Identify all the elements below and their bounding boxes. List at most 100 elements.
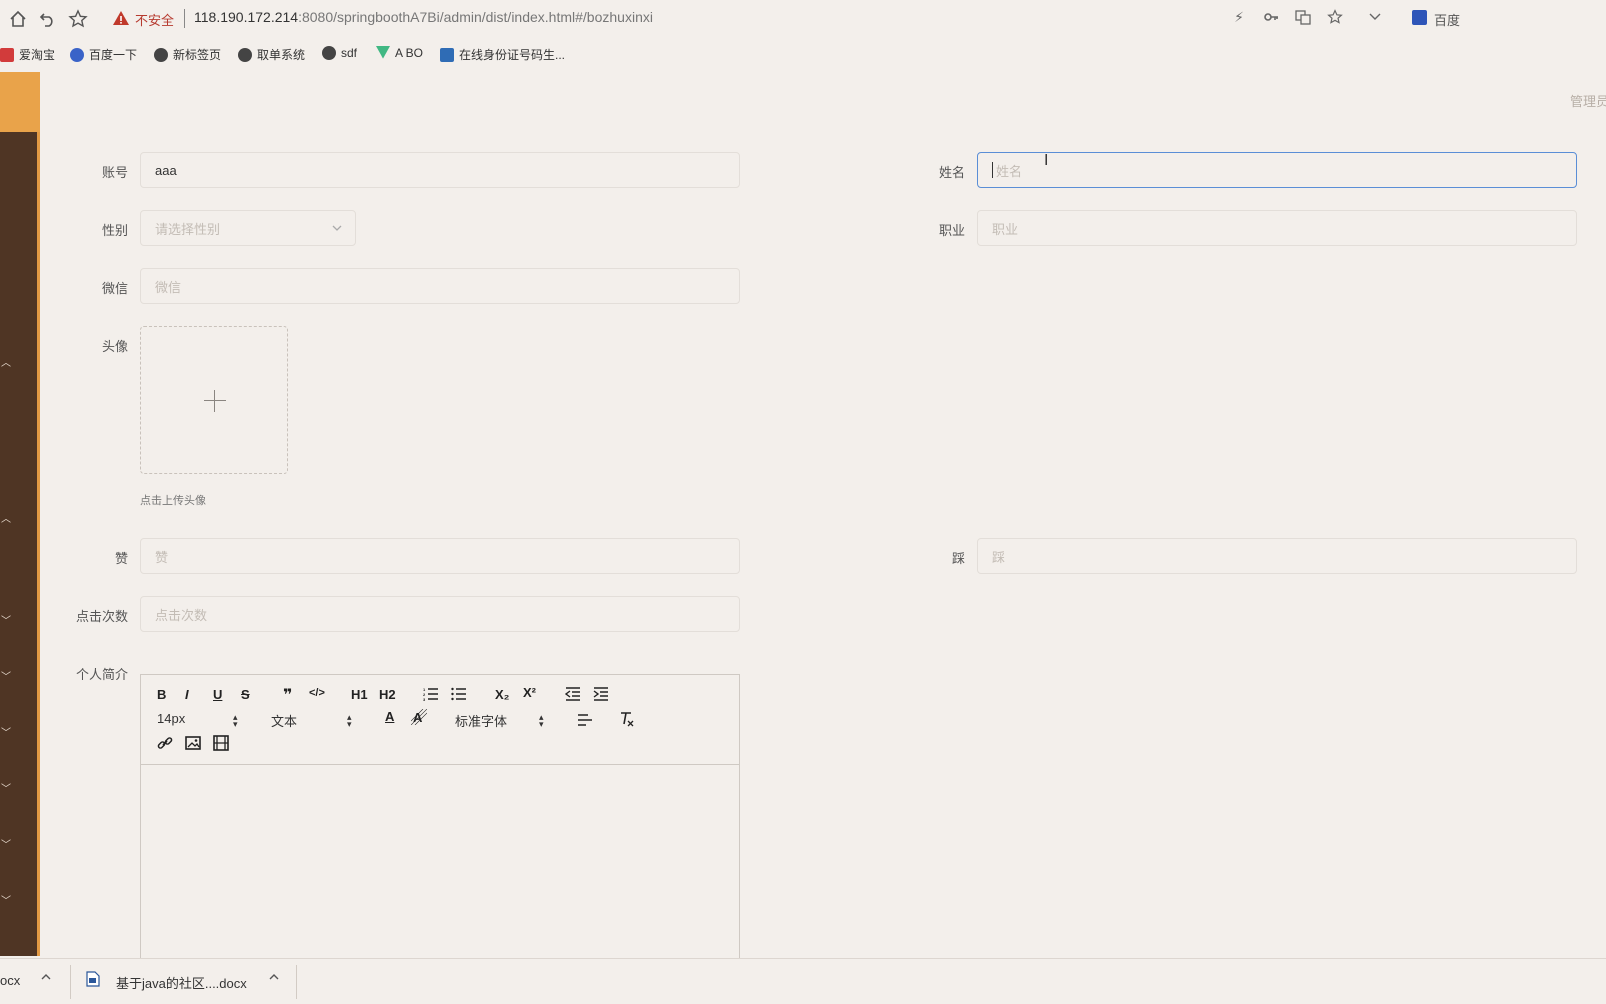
chevron-up-icon[interactable] [268,971,280,986]
underline-button[interactable]: U [213,687,222,702]
back-icon[interactable] [38,9,58,29]
translate-icon[interactable] [1294,9,1312,28]
url-host: 118.190.172.214 [194,9,299,25]
h1-button[interactable]: H1 [351,687,368,702]
ordered-list-icon[interactable]: 123 [423,687,439,704]
like-label: 赞 [114,551,128,566]
background-color-icon[interactable]: A [410,708,428,728]
size-select[interactable]: 14px [157,711,185,726]
like-input[interactable]: 赞 [140,538,740,574]
address-bar[interactable]: 118.190.172.214:8080/springboothA7Bi/adm… [194,9,653,25]
gender-select[interactable]: 请选择性别 [140,210,356,246]
superscript-button[interactable]: X² [523,685,536,700]
chevron-down-icon [331,222,343,237]
bookmark-item[interactable]: sdf [322,46,357,60]
admin-label[interactable]: 管理员 [1570,91,1606,110]
dislike-input[interactable]: 踩 [977,538,1577,574]
gender-label: 性别 [101,223,128,238]
clicks-label: 点击次数 [75,609,128,624]
bookmark-item[interactable]: A BO [376,46,423,60]
bookmark-item[interactable]: 百度一下 [70,46,137,63]
strike-button[interactable]: S [241,687,250,702]
link-icon[interactable] [157,735,173,754]
baidu-paw-icon [1412,10,1427,25]
taobao-icon [0,47,14,62]
bookmark-label: 百度一下 [89,48,138,62]
video-icon[interactable] [213,735,229,754]
plus-icon [204,400,226,401]
image-icon[interactable] [185,735,201,754]
chevron-down-icon[interactable]: ﹀ [0,612,12,627]
chevron-up-icon[interactable]: ︿ [0,510,12,525]
rich-text-editor[interactable]: B I U S ❞ </> H1 H2 123 X₂ X² 14px ▴ ▾ 文… [140,674,740,974]
name-input[interactable]: 姓名 [977,152,1577,188]
chevron-down-icon[interactable]: ﹀ [0,836,12,851]
text-caret [992,162,993,178]
globe-icon [322,46,336,60]
download-separator [70,965,71,999]
clicks-input[interactable]: 点击次数 [140,596,740,632]
insecure-label[interactable]: 不安全 [135,10,174,29]
italic-button[interactable]: I [185,687,189,702]
bookmark-label: sdf [341,46,358,60]
editor-body[interactable] [141,765,739,973]
globe-icon [238,47,252,62]
bookmark-item[interactable]: 爱淘宝 [0,46,55,63]
job-input[interactable]: 职业 [977,210,1577,246]
chevron-up-icon[interactable]: ︿ [0,354,12,369]
account-input[interactable]: aaa [140,152,740,188]
chevron-down-icon[interactable]: ﹀ [0,668,12,683]
bookmark-item[interactable]: 新标签页 [154,46,221,63]
chevron-down-icon[interactable]: ﹀ [0,724,12,739]
warning-icon [112,9,130,27]
bold-button[interactable]: B [157,687,166,702]
h2-button[interactable]: H2 [379,687,396,702]
globe-icon [154,47,168,62]
chevron-down-icon[interactable] [1366,9,1384,26]
chevron-down-icon[interactable]: ﹀ [0,892,12,907]
avatar-upload[interactable] [140,326,288,474]
bookmark-item[interactable]: 取单系统 [238,46,305,63]
vue-icon [376,46,390,59]
editor-toolbar: B I U S ❞ </> H1 H2 123 X₂ X² 14px ▴ ▾ 文… [141,675,739,765]
code-button[interactable]: </> [309,687,325,699]
search-icon [440,47,454,62]
outdent-icon[interactable] [564,687,581,704]
bookmark-star-icon[interactable] [1326,9,1344,28]
search-engine-label[interactable]: 百度 [1434,10,1460,29]
blockquote-button[interactable]: ❞ [283,685,292,705]
job-label: 职业 [938,223,965,238]
bullet-list-icon[interactable] [451,687,467,704]
indent-icon[interactable] [593,687,609,704]
svg-text:3: 3 [423,697,426,701]
lightning-icon[interactable]: ⚡ [1230,9,1248,26]
header-select[interactable]: 文本 [271,711,297,730]
download-item-label[interactable]: 基于java的社区....docx [116,973,247,992]
star-icon[interactable] [68,9,88,29]
key-icon[interactable] [1262,9,1280,28]
select-arrows-icon: ▾ [233,719,238,729]
download-item-label[interactable]: ocx [0,973,20,988]
sidebar-logo[interactable] [0,72,40,132]
plus-icon-vertical [214,390,215,412]
font-select[interactable]: 标准字体 [455,711,507,730]
align-icon[interactable] [577,713,593,730]
bookmark-item[interactable]: 在线身份证号码生... [440,46,565,63]
baidu-icon [70,47,84,62]
home-icon[interactable] [8,9,28,29]
avatar-upload-tip: 点击上传头像 [140,495,206,507]
i-beam-cursor-icon: I [1044,152,1049,169]
bookmark-label: 新标签页 [173,48,222,62]
bookmark-label: 爱淘宝 [19,48,56,62]
browser-toolbar: 不安全 118.190.172.214:8080/springboothA7Bi… [0,0,1606,38]
subscript-button[interactable]: X₂ [495,687,509,702]
text-color-icon[interactable]: A [385,709,394,724]
chevron-down-icon[interactable]: ﹀ [0,780,12,795]
select-arrows-icon: ▾ [347,719,352,729]
account-label: 账号 [101,165,128,180]
chevron-up-icon[interactable] [40,971,52,986]
wechat-input[interactable]: 微信 [140,268,740,304]
bookmark-label: 在线身份证号码生... [459,48,566,62]
clear-format-icon[interactable] [619,711,635,730]
name-placeholder: 姓名 [996,163,1023,179]
